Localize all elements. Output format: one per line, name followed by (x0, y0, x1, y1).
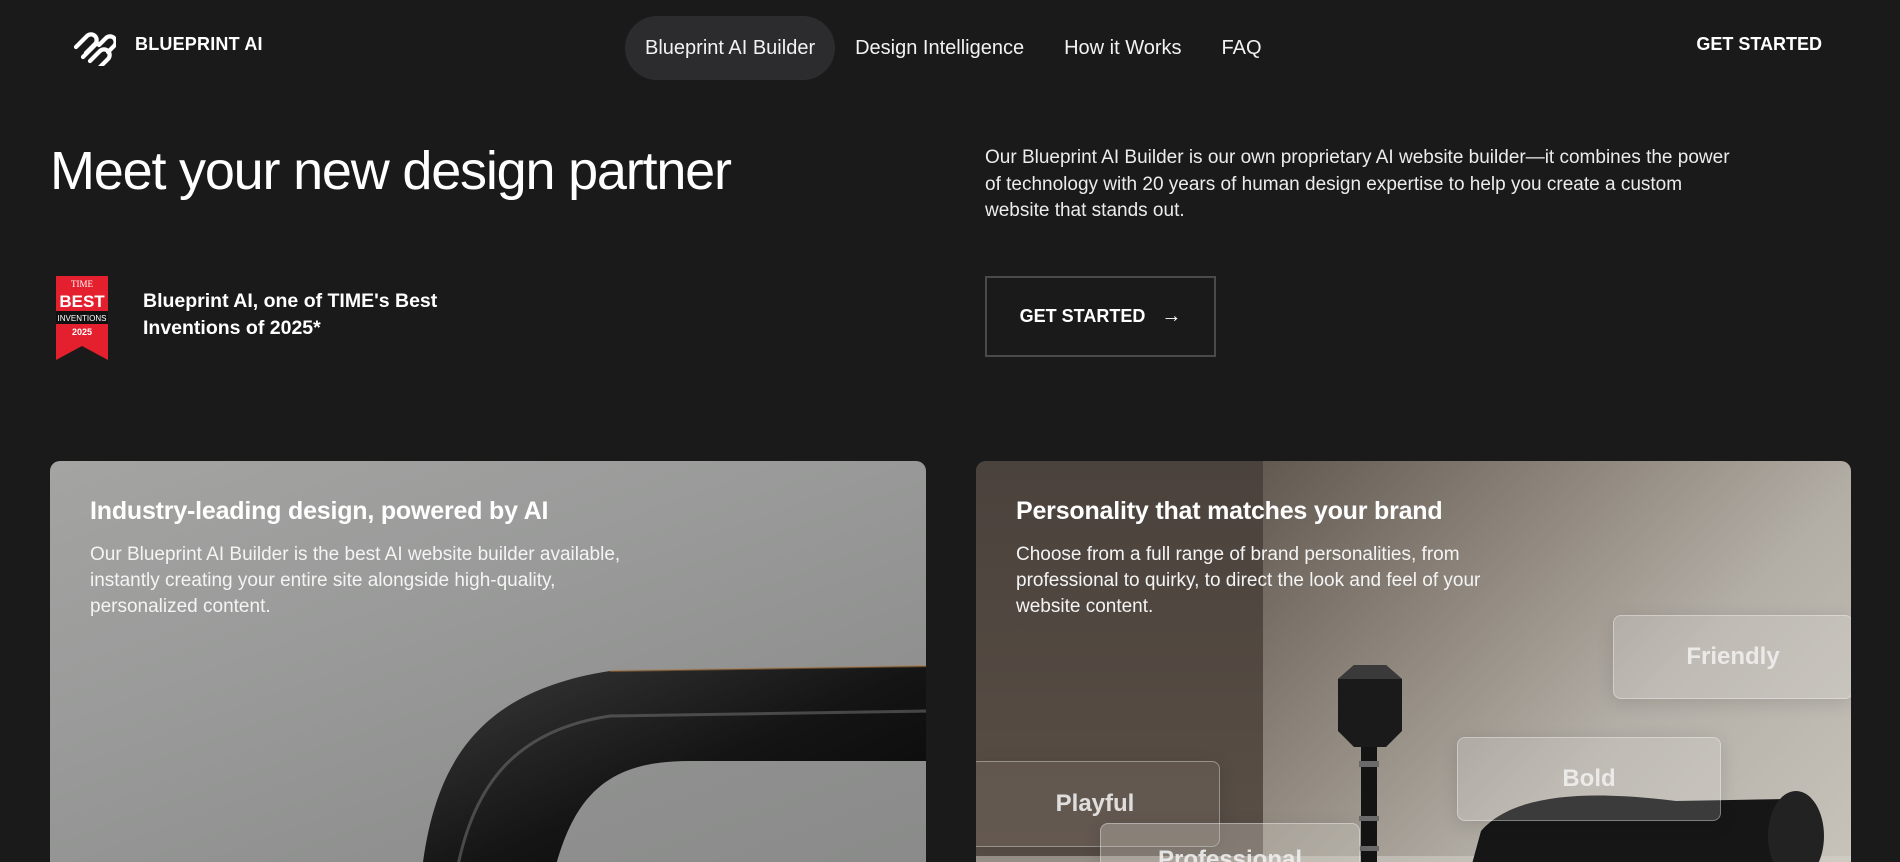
hero-description: Our Blueprint AI Builder is our own prop… (985, 147, 1730, 221)
nav-how-it-works[interactable]: How it Works (1044, 16, 1201, 80)
brand-name[interactable]: BLUEPRINT AI (135, 34, 263, 55)
nav-design-intelligence[interactable]: Design Intelligence (835, 16, 1044, 80)
feature-card-personality: Personality that matches your brand Choo… (976, 461, 1851, 862)
badge-time-text: TIME (71, 279, 93, 289)
arrow-right-icon: → (1161, 305, 1182, 327)
personality-tag-friendly[interactable]: Friendly (1613, 615, 1851, 699)
card-personality-title: Personality that matches your brand (1016, 497, 1443, 525)
feature-card-design: Industry-leading design, powered by AI O… (50, 461, 926, 862)
card-design-body: Our Blueprint AI Builder is the best AI … (90, 544, 621, 617)
hero-title: Meet your new design partner (50, 141, 732, 201)
award-text: Blueprint AI, one of TIME's Best Inventi… (143, 290, 438, 339)
header-get-started-link[interactable]: GET STARTED (1696, 34, 1822, 55)
time-best-inventions-badge: TIME BEST INVENTIONS 2025 (56, 276, 108, 360)
site-header: BLUEPRINT AI Blueprint AI Builder Design… (0, 0, 1900, 92)
card-design-title: Industry-leading design, powered by AI (90, 497, 549, 525)
nav-faq[interactable]: FAQ (1202, 16, 1282, 80)
nav-blueprint-ai-builder[interactable]: Blueprint AI Builder (625, 16, 836, 80)
main-nav: Blueprint AI Builder Design Intelligence… (625, 16, 1282, 80)
badge-year-text: 2025 (72, 327, 92, 337)
personality-tag-bold[interactable]: Bold (1457, 737, 1721, 821)
card-personality-body: Choose from a full range of brand person… (1016, 544, 1481, 617)
hero-cta-label: GET STARTED (1019, 306, 1146, 326)
badge-inventions-text: INVENTIONS (58, 314, 107, 323)
hero-get-started-button[interactable]: GET STARTED → (985, 276, 1216, 357)
squarespace-logo-icon[interactable] (70, 26, 116, 66)
personality-tag-professional[interactable]: Professional (1100, 823, 1360, 862)
badge-best-text: BEST (59, 292, 105, 311)
